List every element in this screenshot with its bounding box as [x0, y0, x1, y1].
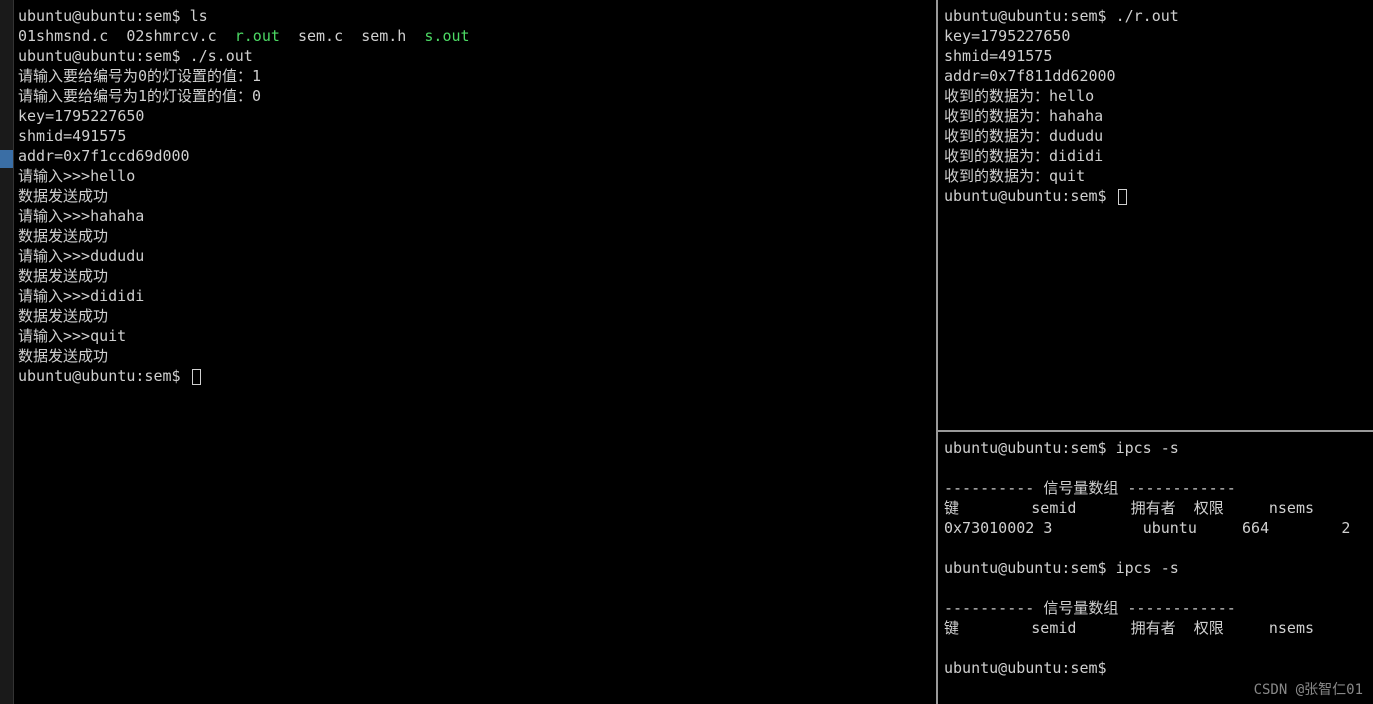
- prompt-line: ubuntu@ubuntu:sem$ ./r.out: [944, 6, 1369, 26]
- output-line: 请输入>>>dududu: [18, 246, 932, 266]
- output-line: 请输入>>>hahaha: [18, 206, 932, 226]
- ipcs-row: 0x73010002 3 ubuntu 664 2: [944, 518, 1369, 538]
- terminal-left[interactable]: ubuntu@ubuntu:sem$ ls 01shmsnd.c 02shmrc…: [14, 0, 938, 704]
- blank-line: [944, 638, 1369, 658]
- command: ls: [190, 7, 208, 25]
- prompt-line: ubuntu@ubuntu:sem$ ./s.out: [18, 46, 932, 66]
- output-line: key=1795227650: [944, 26, 1369, 46]
- val-key: 0x73010002: [944, 519, 1034, 537]
- col-key: 键: [944, 619, 959, 637]
- prompt-line: ubuntu@ubuntu:sem$: [944, 186, 1369, 206]
- prompt: ubuntu@ubuntu:sem$: [18, 7, 190, 25]
- col-key: 键: [944, 499, 959, 517]
- output-line: 请输入>>>quit: [18, 326, 932, 346]
- prompt-line: ubuntu@ubuntu:sem$ ipcs -s: [944, 438, 1369, 458]
- output-line: 数据发送成功: [18, 266, 932, 286]
- editor-gutter: [0, 0, 14, 704]
- file: sem.h: [361, 27, 406, 45]
- output-line: 请输入>>>hello: [18, 166, 932, 186]
- file: sem.c: [298, 27, 343, 45]
- ipcs-divider: ---------- 信号量数组 ------------: [944, 598, 1369, 618]
- val-owner: ubuntu: [1143, 519, 1197, 537]
- prompt: ubuntu@ubuntu:sem$: [944, 439, 1116, 457]
- ipcs-header: 键 semid 拥有者 权限 nsems: [944, 498, 1369, 518]
- col-perm: 权限: [1194, 619, 1224, 637]
- terminal-right-top[interactable]: ubuntu@ubuntu:sem$ ./r.out key=179522765…: [938, 0, 1373, 432]
- ls-output: 01shmsnd.c 02shmrcv.c r.out sem.c sem.h …: [18, 26, 932, 46]
- terminal-right-bottom[interactable]: ubuntu@ubuntu:sem$ ipcs -s ---------- 信号…: [938, 432, 1373, 704]
- prompt: ubuntu@ubuntu:sem$: [18, 47, 190, 65]
- command: ipcs -s: [1116, 559, 1179, 577]
- output-line: 数据发送成功: [18, 226, 932, 246]
- output-line: 请输入要给编号为1的灯设置的值：0: [18, 86, 932, 106]
- prompt-line: ubuntu@ubuntu:sem$: [18, 366, 932, 386]
- prompt: ubuntu@ubuntu:sem$: [944, 559, 1116, 577]
- val-semid: 3: [1043, 519, 1052, 537]
- prompt-line: ubuntu@ubuntu:sem$ ls: [18, 6, 932, 26]
- file: 01shmsnd.c: [18, 27, 108, 45]
- col-nsems: nsems: [1269, 619, 1314, 637]
- col-nsems: nsems: [1269, 499, 1314, 517]
- file-exe: s.out: [424, 27, 469, 45]
- output-line: 收到的数据为：hello: [944, 86, 1369, 106]
- prompt: ubuntu@ubuntu:sem$: [944, 659, 1116, 677]
- prompt-line: ubuntu@ubuntu:sem$ ipcs -s: [944, 558, 1369, 578]
- output-line: 请输入>>>dididi: [18, 286, 932, 306]
- prompt: ubuntu@ubuntu:sem$: [18, 367, 190, 385]
- col-owner: 拥有者: [1131, 619, 1176, 637]
- output-line: 数据发送成功: [18, 346, 932, 366]
- output-line: addr=0x7f1ccd69d000: [18, 146, 932, 166]
- col-semid: semid: [1031, 619, 1076, 637]
- col-semid: semid: [1031, 499, 1076, 517]
- command: ./s.out: [190, 47, 253, 65]
- col-perm: 权限: [1194, 499, 1224, 517]
- terminal-right-column: ubuntu@ubuntu:sem$ ./r.out key=179522765…: [938, 0, 1373, 704]
- output-line: 请输入要给编号为0的灯设置的值：1: [18, 66, 932, 86]
- watermark: CSDN @张智仁01: [1254, 680, 1363, 700]
- blank-line: [944, 458, 1369, 478]
- command: ./r.out: [1116, 7, 1179, 25]
- col-owner: 拥有者: [1131, 499, 1176, 517]
- output-line: shmid=491575: [944, 46, 1369, 66]
- cursor-icon: [1118, 189, 1127, 205]
- output-line: 数据发送成功: [18, 306, 932, 326]
- file: 02shmrcv.c: [126, 27, 216, 45]
- file-exe: r.out: [235, 27, 280, 45]
- command: ipcs -s: [1116, 439, 1179, 457]
- output-line: key=1795227650: [18, 106, 932, 126]
- ipcs-header: 键 semid 拥有者 权限 nsems: [944, 618, 1369, 638]
- output-line: addr=0x7f811dd62000: [944, 66, 1369, 86]
- output-line: 收到的数据为：quit: [944, 166, 1369, 186]
- blank-line: [944, 538, 1369, 558]
- output-line: 收到的数据为：dududu: [944, 126, 1369, 146]
- prompt: ubuntu@ubuntu:sem$: [944, 187, 1116, 205]
- gutter-marker: [0, 150, 13, 168]
- prompt: ubuntu@ubuntu:sem$: [944, 7, 1116, 25]
- ipcs-divider: ---------- 信号量数组 ------------: [944, 478, 1369, 498]
- output-line: 收到的数据为：hahaha: [944, 106, 1369, 126]
- blank-line: [944, 578, 1369, 598]
- val-perm: 664: [1242, 519, 1269, 537]
- output-line: 数据发送成功: [18, 186, 932, 206]
- output-line: 收到的数据为：dididi: [944, 146, 1369, 166]
- output-line: shmid=491575: [18, 126, 932, 146]
- val-nsems: 2: [1341, 519, 1350, 537]
- cursor-icon: [192, 369, 201, 385]
- terminal-panes: ubuntu@ubuntu:sem$ ls 01shmsnd.c 02shmrc…: [14, 0, 1373, 704]
- prompt-line: ubuntu@ubuntu:sem$: [944, 658, 1369, 678]
